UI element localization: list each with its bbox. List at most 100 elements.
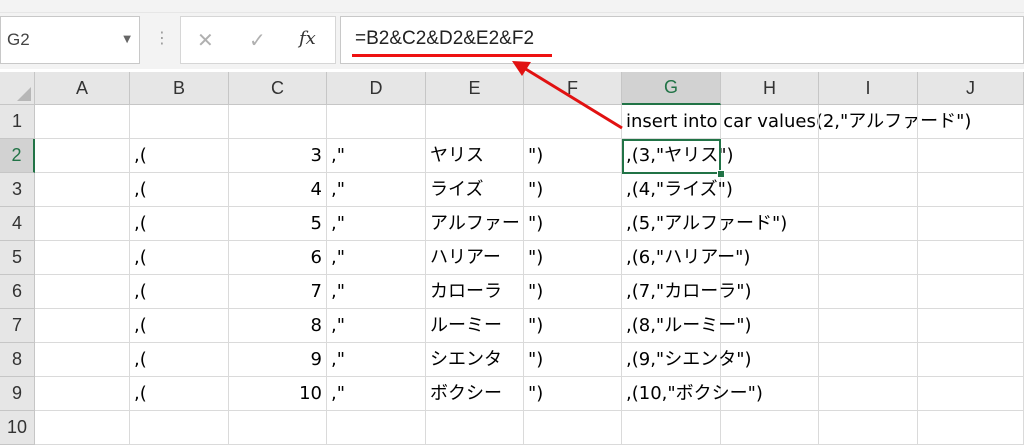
cell-h2[interactable] bbox=[721, 139, 819, 173]
cell-d6[interactable]: ," bbox=[327, 275, 426, 309]
cell-b10[interactable] bbox=[130, 411, 229, 445]
column-header-f[interactable]: F bbox=[524, 72, 622, 105]
column-header-e[interactable]: E bbox=[426, 72, 524, 105]
cell-a9[interactable] bbox=[35, 377, 130, 411]
row-header-5[interactable]: 5 bbox=[0, 241, 35, 275]
cell-b4[interactable]: ,( bbox=[130, 207, 229, 241]
row-header-10[interactable]: 10 bbox=[0, 411, 35, 445]
cell-e3[interactable]: ライズ bbox=[426, 173, 524, 207]
cell-i9[interactable] bbox=[819, 377, 918, 411]
cell-e2[interactable]: ヤリス bbox=[426, 139, 524, 173]
cell-d8[interactable]: ," bbox=[327, 343, 426, 377]
cell-d1[interactable] bbox=[327, 105, 426, 139]
cell-f1[interactable] bbox=[524, 105, 622, 139]
cell-j8[interactable] bbox=[918, 343, 1024, 377]
cell-i5[interactable] bbox=[819, 241, 918, 275]
cell-i8[interactable] bbox=[819, 343, 918, 377]
cell-f5[interactable]: ") bbox=[524, 241, 622, 275]
cell-e4[interactable]: アルファード bbox=[426, 207, 524, 241]
cell-f6[interactable]: ") bbox=[524, 275, 622, 309]
cell-a6[interactable] bbox=[35, 275, 130, 309]
cell-i1[interactable] bbox=[819, 105, 918, 139]
cell-d7[interactable]: ," bbox=[327, 309, 426, 343]
cell-d4[interactable]: ," bbox=[327, 207, 426, 241]
cell-a3[interactable] bbox=[35, 173, 130, 207]
cell-i10[interactable] bbox=[819, 411, 918, 445]
cell-j10[interactable] bbox=[918, 411, 1024, 445]
cell-b6[interactable]: ,( bbox=[130, 275, 229, 309]
row-header-3[interactable]: 3 bbox=[0, 173, 35, 207]
column-header-h[interactable]: H bbox=[721, 72, 819, 105]
column-header-d[interactable]: D bbox=[327, 72, 426, 105]
name-box[interactable]: G2 ▼ bbox=[0, 16, 140, 64]
cell-d3[interactable]: ," bbox=[327, 173, 426, 207]
column-header-i[interactable]: I bbox=[819, 72, 918, 105]
cell-e1[interactable] bbox=[426, 105, 524, 139]
cell-c3[interactable]: 4 bbox=[229, 173, 327, 207]
cell-b5[interactable]: ,( bbox=[130, 241, 229, 275]
cell-j5[interactable] bbox=[918, 241, 1024, 275]
cell-b7[interactable]: ,( bbox=[130, 309, 229, 343]
cell-e10[interactable] bbox=[426, 411, 524, 445]
cell-e5[interactable]: ハリアー bbox=[426, 241, 524, 275]
chevron-down-icon[interactable]: ▼ bbox=[123, 34, 131, 45]
cell-b3[interactable]: ,( bbox=[130, 173, 229, 207]
cell-g10[interactable] bbox=[622, 411, 721, 445]
cell-f4[interactable]: ") bbox=[524, 207, 622, 241]
cell-c8[interactable]: 9 bbox=[229, 343, 327, 377]
cell-g3[interactable]: ,(4,"ライズ") bbox=[622, 173, 733, 207]
cell-j6[interactable] bbox=[918, 275, 1024, 309]
cell-g8[interactable]: ,(9,"シエンタ") bbox=[622, 343, 752, 377]
cell-f9[interactable]: ") bbox=[524, 377, 622, 411]
select-all-corner[interactable] bbox=[0, 72, 35, 105]
column-header-c[interactable]: C bbox=[229, 72, 327, 105]
cell-j2[interactable] bbox=[918, 139, 1024, 173]
cell-i2[interactable] bbox=[819, 139, 918, 173]
drag-handle-icon[interactable]: ⋮ bbox=[154, 28, 170, 47]
cell-e7[interactable]: ルーミー bbox=[426, 309, 524, 343]
cell-c2[interactable]: 3 bbox=[229, 139, 327, 173]
cell-j7[interactable] bbox=[918, 309, 1024, 343]
cell-c4[interactable]: 5 bbox=[229, 207, 327, 241]
row-header-9[interactable]: 9 bbox=[0, 377, 35, 411]
row-header-2[interactable]: 2 bbox=[0, 139, 35, 173]
cell-i3[interactable] bbox=[819, 173, 918, 207]
cell-a4[interactable] bbox=[35, 207, 130, 241]
cell-d10[interactable] bbox=[327, 411, 426, 445]
cell-c5[interactable]: 6 bbox=[229, 241, 327, 275]
column-header-a[interactable]: A bbox=[35, 72, 130, 105]
cell-a2[interactable] bbox=[35, 139, 130, 173]
cell-h8[interactable] bbox=[721, 343, 819, 377]
cell-f3[interactable]: ") bbox=[524, 173, 622, 207]
cell-j1[interactable] bbox=[918, 105, 1024, 139]
cell-f7[interactable]: ") bbox=[524, 309, 622, 343]
cell-h3[interactable] bbox=[721, 173, 819, 207]
cell-b2[interactable]: ,( bbox=[130, 139, 229, 173]
cell-f10[interactable] bbox=[524, 411, 622, 445]
cell-g4[interactable]: ,(5,"アルファード") bbox=[622, 207, 787, 241]
cell-g1[interactable]: insert into car values(2,"アルファード") bbox=[622, 105, 971, 139]
cell-g2[interactable]: ,(3,"ヤリス") bbox=[622, 139, 734, 173]
row-header-8[interactable]: 8 bbox=[0, 343, 35, 377]
cell-j3[interactable] bbox=[918, 173, 1024, 207]
cell-g7[interactable]: ,(8,"ルーミー") bbox=[622, 309, 752, 343]
row-header-1[interactable]: 1 bbox=[0, 105, 35, 139]
cell-j4[interactable] bbox=[918, 207, 1024, 241]
cell-h7[interactable] bbox=[721, 309, 819, 343]
cell-g6[interactable]: ,(7,"カローラ") bbox=[622, 275, 752, 309]
cell-g5[interactable]: ,(6,"ハリアー") bbox=[622, 241, 750, 275]
cell-d5[interactable]: ," bbox=[327, 241, 426, 275]
fill-handle[interactable] bbox=[717, 170, 725, 178]
cell-c9[interactable]: 10 bbox=[229, 377, 327, 411]
cell-a8[interactable] bbox=[35, 343, 130, 377]
cell-b8[interactable]: ,( bbox=[130, 343, 229, 377]
cancel-icon[interactable]: ✕ bbox=[197, 28, 214, 52]
column-header-g[interactable]: G bbox=[622, 72, 721, 105]
cell-c7[interactable]: 8 bbox=[229, 309, 327, 343]
cell-b1[interactable] bbox=[130, 105, 229, 139]
cell-h4[interactable] bbox=[721, 207, 819, 241]
cell-i4[interactable] bbox=[819, 207, 918, 241]
cell-g9[interactable]: ,(10,"ボクシー") bbox=[622, 377, 763, 411]
row-header-6[interactable]: 6 bbox=[0, 275, 35, 309]
cell-i7[interactable] bbox=[819, 309, 918, 343]
